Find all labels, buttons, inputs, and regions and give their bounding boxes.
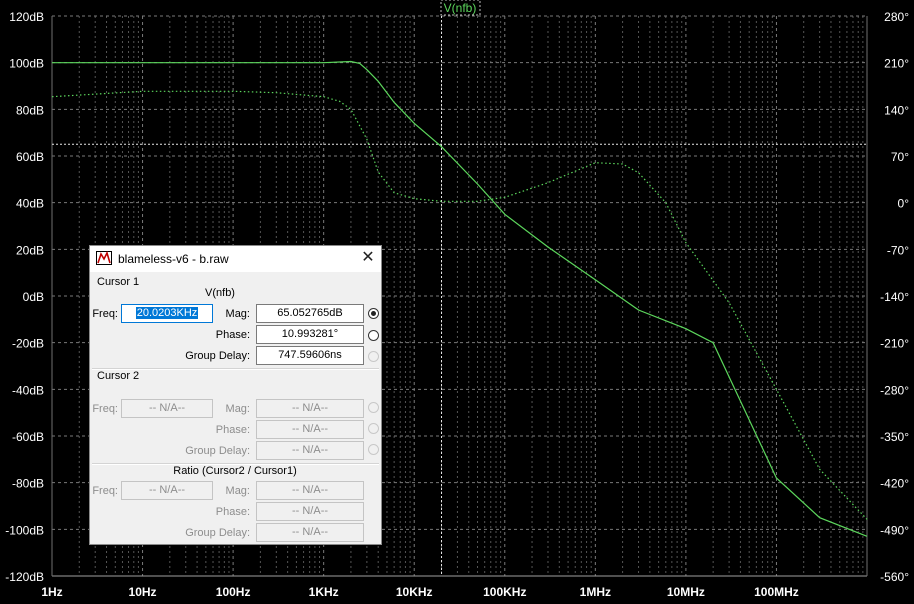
y-right-tick-label: 210° [884,57,909,71]
cursor1-group-delay-label: Group Delay: [185,350,250,362]
cursor2-heading: Cursor 2 [97,370,140,382]
trace-title[interactable]: V(nfb) [444,1,477,15]
cursor1-freq-field[interactable]: 20.0203KHz [121,304,213,323]
ltspice-app-icon [96,251,112,265]
y-left-tick-label: -120dB [5,570,44,584]
x-tick-label: 1Hz [41,585,62,599]
cursor1-freq-label: Freq: [92,308,118,320]
cursor1-phase-field[interactable]: 10.993281° [256,325,364,344]
cursor1-phase-radio[interactable] [368,330,379,341]
y-left-tick-label: 40dB [16,197,44,211]
x-tick-label: 100KHz [483,585,526,599]
x-tick-label: 1KHz [309,585,339,599]
ratio-freq-label: Freq: [92,485,118,497]
dialog-title: blameless-v6 - b.raw [118,252,229,266]
cursor1-phase-label: Phase: [215,329,250,341]
y-right-tick-label: -560° [880,570,909,584]
x-tick-label: 10Hz [129,585,157,599]
y-right-tick-label: 280° [884,10,909,24]
cursor2-phase-label: Phase: [215,424,250,436]
cursor-dialog[interactable]: blameless-v6 - b.raw ✕ Cursor 1 V(nfb) F… [89,245,382,545]
y-left-tick-label: -100dB [5,523,44,537]
cursor2-group-delay-label: Group Delay: [185,445,250,457]
y-right-tick-label: -280° [880,383,909,397]
x-tick-label: 1MHz [580,585,611,599]
cursor1-mag-field[interactable]: 65.052765dB [256,304,364,323]
y-left-tick-label: 120dB [9,10,44,24]
y-left-tick-label: 20dB [16,243,44,257]
cursor1-trace-name: V(nfb) [205,287,235,299]
close-icon[interactable]: ✕ [358,248,378,268]
x-tick-label: 10MHz [667,585,705,599]
x-tick-label: 100Hz [216,585,251,599]
y-right-tick-label: -350° [880,430,909,444]
y-left-tick-label: 80dB [16,103,44,117]
y-right-tick-label: -70° [887,243,909,257]
cursor1-heading: Cursor 1 [97,276,140,288]
ratio-mag-label: Mag: [225,485,250,497]
cursor1-mag-label: Mag: [225,308,250,320]
y-left-tick-label: 100dB [9,57,44,71]
y-left-tick-label: 0dB [23,290,44,304]
y-right-tick-label: -490° [880,523,909,537]
cursor2-phase-field[interactable]: -- N/A-- [256,420,364,439]
ratio-group-delay-label: Group Delay: [185,527,250,539]
cursor2-phase-radio[interactable] [368,423,379,434]
cursor2-mag-radio[interactable] [368,402,379,413]
ratio-group-delay-field[interactable]: -- N/A-- [256,523,364,542]
y-left-tick-label: -20dB [12,337,44,351]
ratio-phase-field[interactable]: -- N/A-- [256,502,364,521]
x-tick-label: 10KHz [396,585,433,599]
y-right-tick-label: -140° [880,290,909,304]
y-right-tick-label: -210° [880,337,909,351]
y-right-tick-label: 0° [898,197,910,211]
cursor1-mag-radio[interactable] [368,308,379,319]
ratio-freq-field[interactable]: -- N/A-- [121,481,213,500]
dialog-titlebar[interactable]: blameless-v6 - b.raw ✕ [90,246,381,272]
cursor2-group-delay-field[interactable]: -- N/A-- [256,441,364,460]
ratio-phase-label: Phase: [215,506,250,518]
ratio-mag-field[interactable]: -- N/A-- [256,481,364,500]
y-left-tick-label: 60dB [16,150,44,164]
y-left-tick-label: -60dB [12,430,44,444]
x-tick-label: 100MHz [754,585,799,599]
y-right-tick-label: 140° [884,103,909,117]
y-right-tick-label: 70° [891,150,909,164]
cursor1-group-delay-radio[interactable] [368,351,379,362]
cursor2-mag-field[interactable]: -- N/A-- [256,399,364,418]
ratio-heading: Ratio (Cursor2 / Cursor1) [173,465,297,477]
cursor2-freq-label: Freq: [92,403,118,415]
cursor2-group-delay-radio[interactable] [368,444,379,455]
cursor2-mag-label: Mag: [225,403,250,415]
y-right-tick-label: -420° [880,477,909,491]
cursor2-freq-field[interactable]: -- N/A-- [121,399,213,418]
cursor1-group-delay-field[interactable]: 747.59606ns [256,346,364,365]
y-left-tick-label: -80dB [12,477,44,491]
y-left-tick-label: -40dB [12,383,44,397]
